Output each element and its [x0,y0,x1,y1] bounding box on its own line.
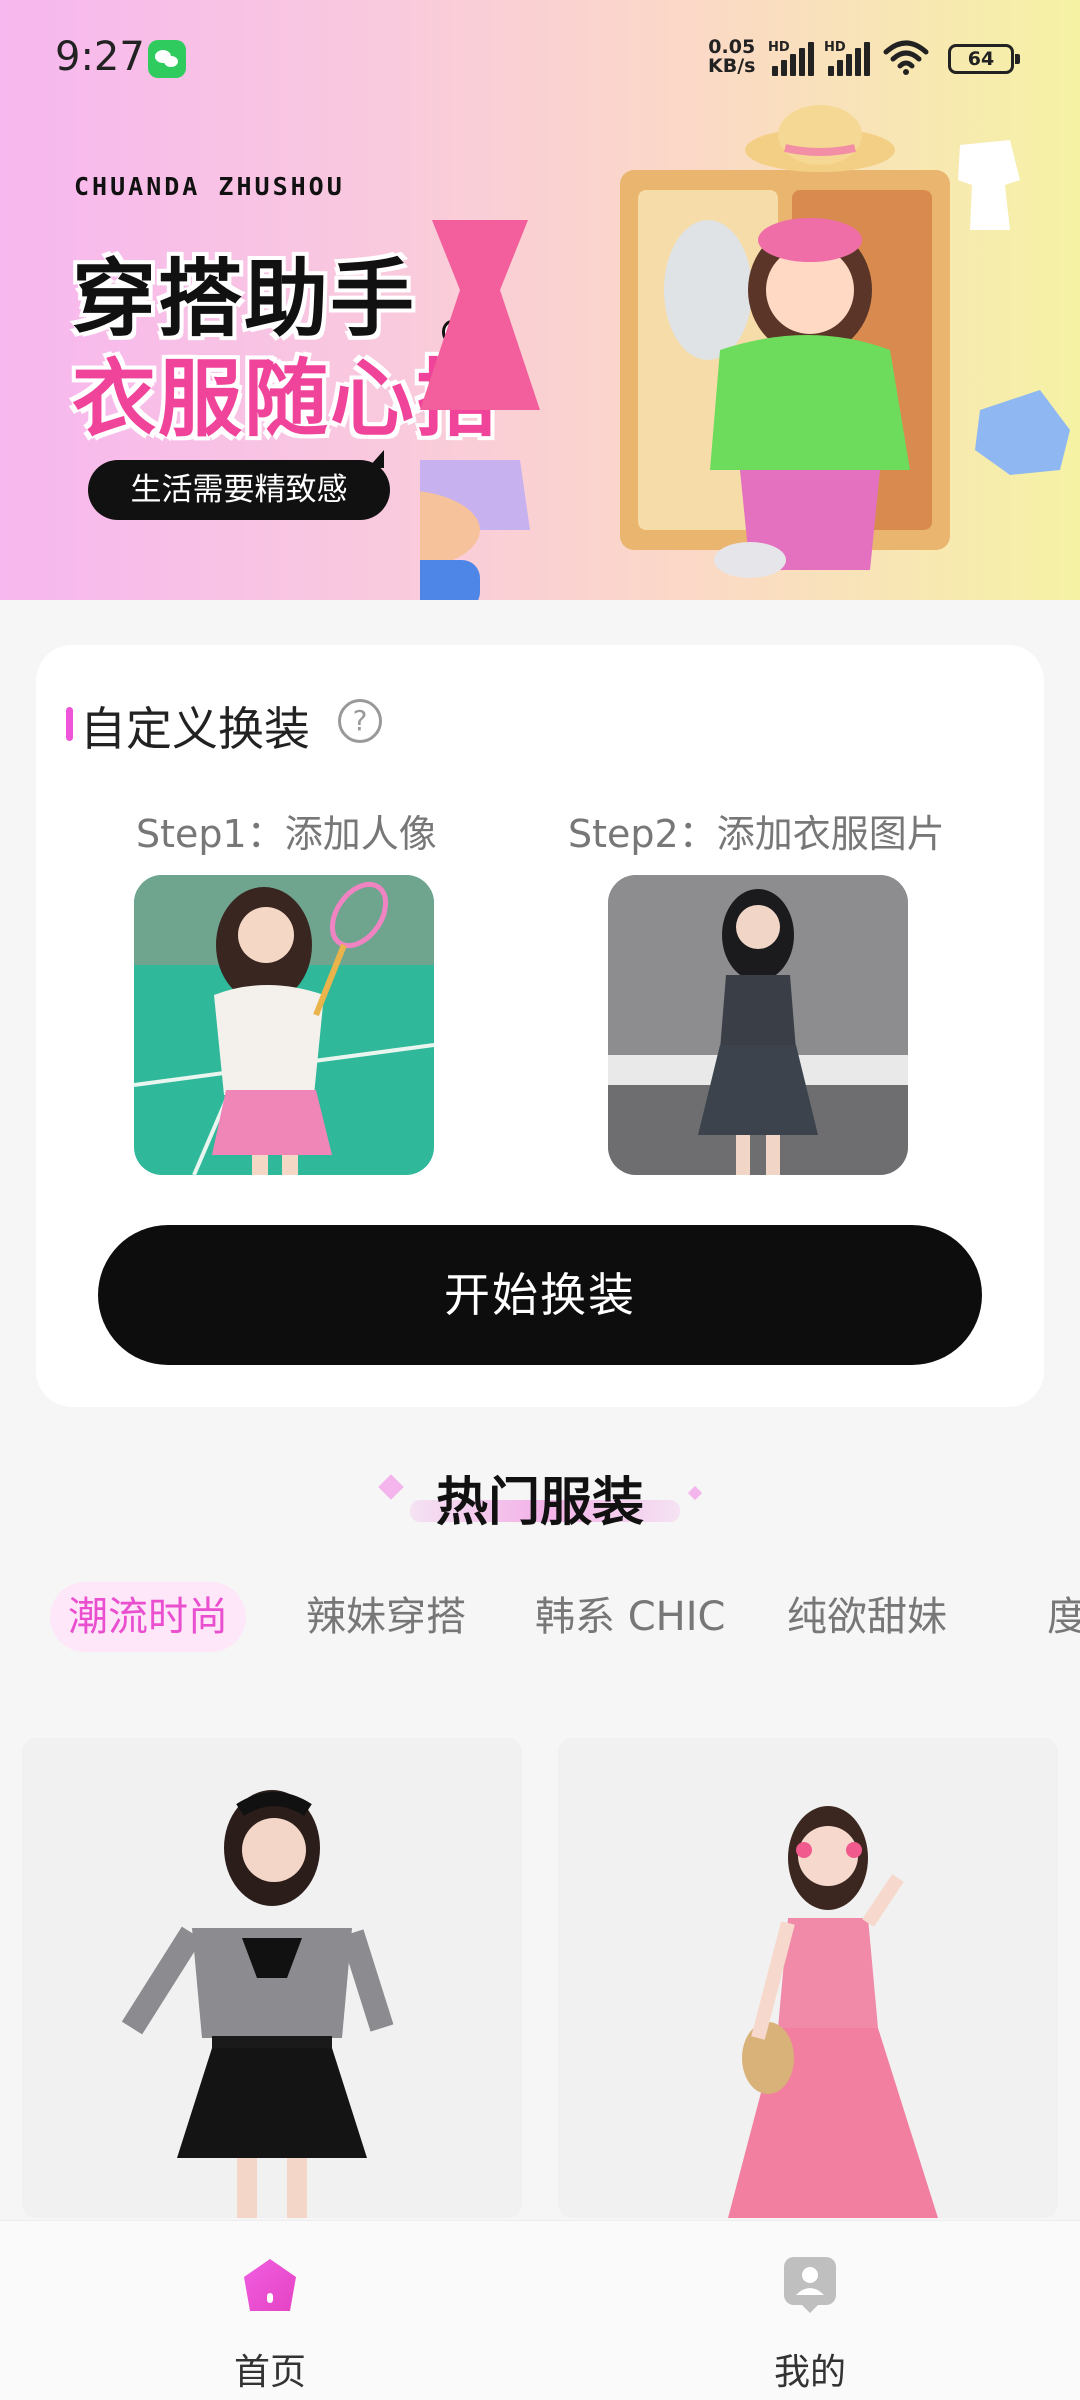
signal-1-icon: HD [768,40,818,76]
nav-home-label: 首页 [233,2352,306,2393]
title-accent-bar [66,707,73,741]
profile-icon [784,2257,836,2313]
tab-hot-girl[interactable]: 辣妹穿搭 [306,1582,466,1652]
bottom-navigation: 首页 我的 [0,2220,1080,2400]
step1-label: Step1：添加人像 [136,812,437,856]
wardrobe-girl-illustration [420,105,1070,600]
tab-trend-fashion[interactable]: 潮流时尚 [50,1582,246,1652]
help-icon[interactable]: ? [338,699,382,743]
card-title: 自定义换装 [80,702,310,756]
brand-pinyin: CHUANDA ZHUSHOU [74,172,345,201]
tab-sweet-girl[interactable]: 纯欲甜妹 [787,1582,947,1652]
signal-2-icon: HD [824,40,874,76]
tab-korean-chic[interactable]: 韩系 CHIC [535,1582,725,1652]
clothing-upload-image[interactable] [608,875,908,1175]
hot-clothing-title: 热门服装 [435,1473,644,1533]
battery-icon: 64 [948,44,1020,74]
nav-home[interactable]: 首页 [0,2221,540,2400]
product-card[interactable] [22,1738,522,2218]
wechat-notification-icon [148,40,186,78]
start-dressing-button[interactable]: 开始换装 [98,1225,982,1365]
tab-more[interactable]: 度 [1047,1582,1080,1652]
nav-profile-label: 我的 [773,2352,846,2393]
wifi-icon [883,40,929,75]
category-tabs: 潮流时尚 辣妹穿搭 韩系 CHIC 纯欲甜妹 度 [0,1582,1080,1652]
header-banner: 9:27 0.05 KB/s HD HD 64 CHUANDA ZHUSHOU … [0,0,1080,600]
step2-label: Step2：添加衣服图片 [568,812,945,856]
portrait-upload-image[interactable] [134,875,434,1175]
product-card[interactable] [558,1738,1058,2218]
network-speed: 0.05 KB/s [708,36,756,77]
clock: 9:27 [55,34,145,80]
custom-dressing-card: 自定义换装 ? Step1：添加人像 Step2：添加衣服图片 开始换装 [36,645,1044,1407]
home-icon [244,2259,296,2311]
nav-profile[interactable]: 我的 [540,2221,1080,2400]
banner-slogan: 生活需要精致感 [88,450,390,520]
